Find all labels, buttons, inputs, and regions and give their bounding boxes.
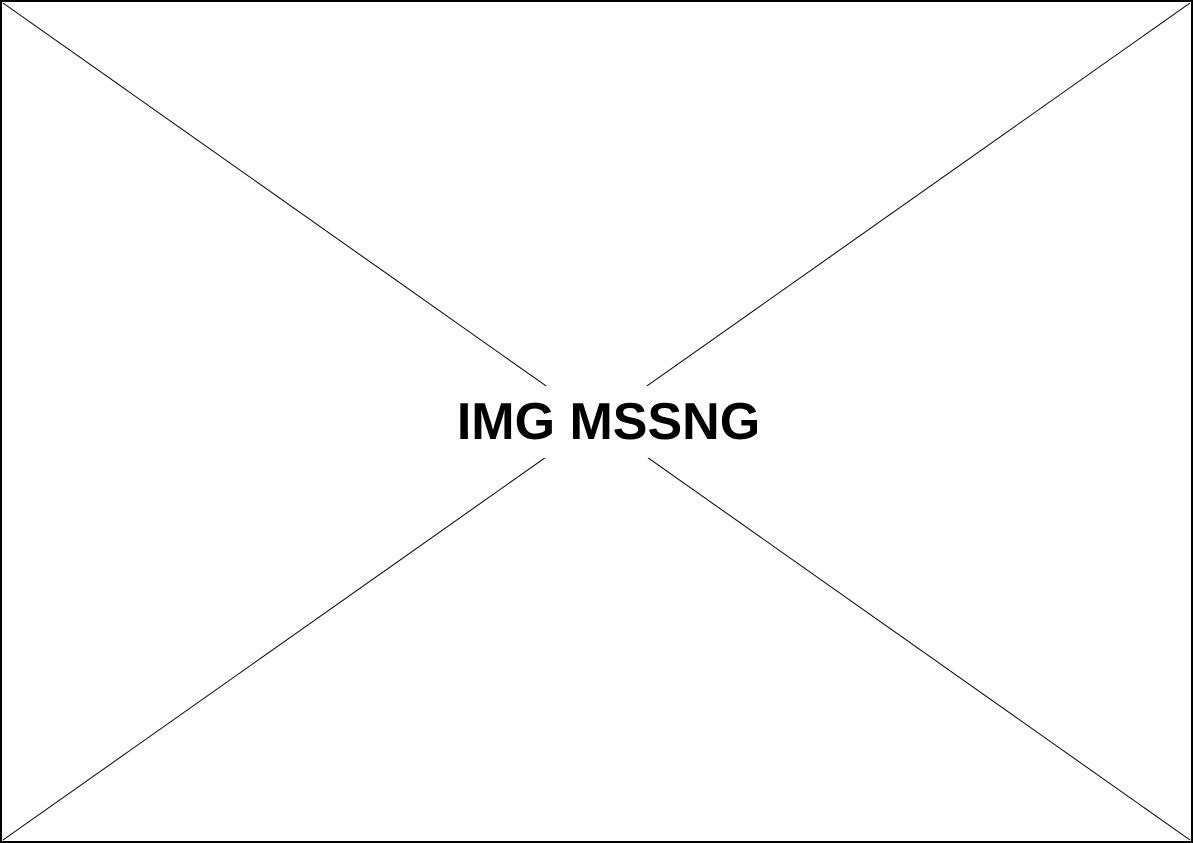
missing-image-placeholder: IMG MSSNG — [0, 0, 1193, 843]
cross-lines — [2, 2, 1191, 841]
